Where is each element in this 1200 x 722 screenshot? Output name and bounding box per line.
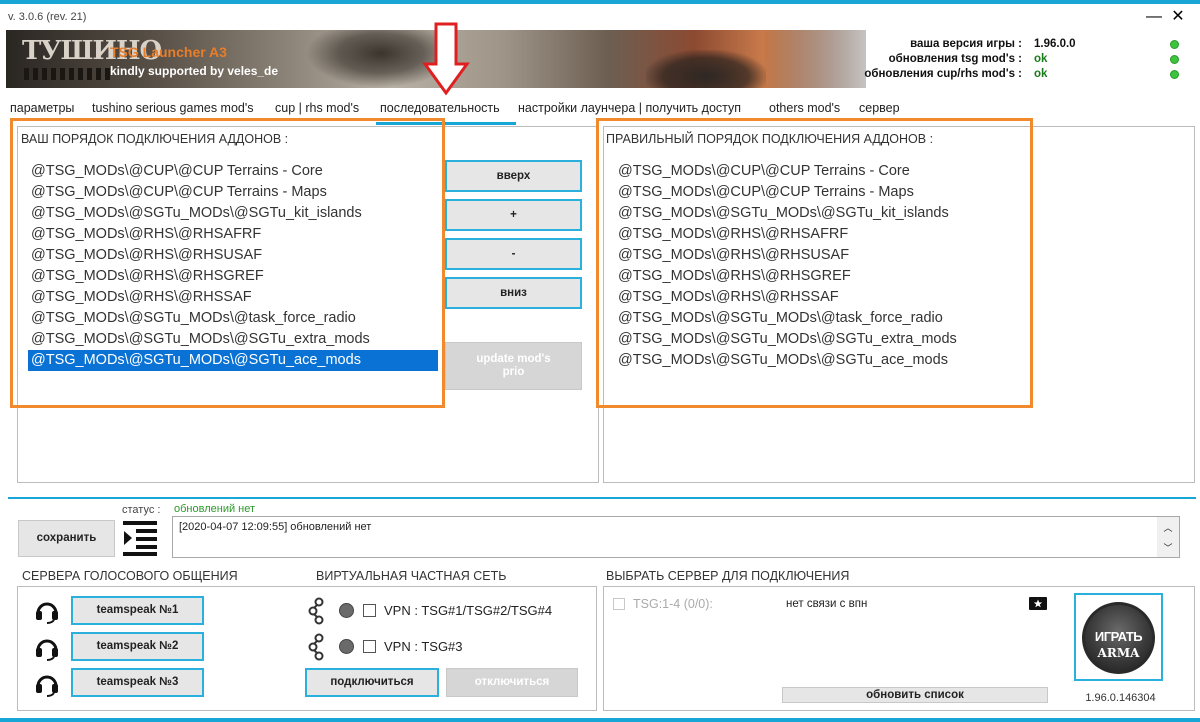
headset-icon [36,639,58,661]
list-item: @TSG_MODs\@SGTu_MODs\@task_force_radio [618,310,943,326]
launcher-title: TSG Launcher A3 [110,44,227,60]
indent-list-icon[interactable] [123,519,159,557]
cup-updates-value: ok [1034,68,1048,80]
tab-tsg-mods[interactable]: tushino serious games mod's [92,101,254,115]
red-arrow-annotation [422,22,470,96]
scroll-down-icon[interactable]: ﹀ [1157,541,1179,555]
build-version: 1.96.0.146304 [1085,692,1156,704]
tsg-updates-value: ok [1034,53,1048,65]
vpn1-checkbox[interactable] [363,604,376,617]
refresh-list-button[interactable]: обновить список [782,687,1048,703]
status-label: статус : [122,504,161,516]
tab-bar: параметры tushino serious games mod's cu… [0,100,1200,120]
tank-silhouette [646,50,766,88]
save-button[interactable]: сохранить [18,520,115,557]
vpn-network-icon [308,633,324,661]
teamspeak-1-button[interactable]: teamspeak №1 [71,596,204,625]
correct-order-title: ПРАВИЛЬНЫЙ ПОРЯДОК ПОДКЛЮЧЕНИЯ АДДОНОВ : [606,132,934,146]
list-item[interactable]: @TSG_MODs\@RHS\@RHSUSAF [28,245,262,266]
correct-order-list: @TSG_MODs\@CUP\@CUP Terrains - Core @TSG… [615,161,1025,376]
remove-button[interactable]: - [445,238,582,270]
tab-launcher-settings[interactable]: настройки лаунчера | получить доступ [518,101,741,115]
tsg-updates-status-dot [1170,55,1179,64]
vpn2-checkbox[interactable] [363,640,376,653]
log-scrollbar[interactable]: ︿ ﹀ [1157,517,1179,557]
cup-updates-status-dot [1170,70,1179,79]
server-row-status: нет связи с впн [786,598,868,610]
server-row-label: TSG:1-4 (0/0): [633,597,713,611]
status-value: обновлений нет [174,503,256,515]
list-item[interactable]: @TSG_MODs\@CUP\@CUP Terrains - Maps [28,182,327,203]
list-item: @TSG_MODs\@RHS\@RHSGREF [618,268,851,284]
list-item: @TSG_MODs\@SGTu_MODs\@SGTu_kit_islands [618,205,949,221]
tsg-updates-label: обновления tsg mod's : [888,53,1022,65]
vpn1-status-indicator [339,603,354,618]
play-button[interactable]: ИГРАТЬ ARMA [1074,593,1163,681]
move-down-button[interactable]: вниз [445,277,582,309]
tab-others-mods[interactable]: others mod's [769,101,840,115]
vpn-disconnect-button: отключиться [446,668,578,697]
list-item[interactable]: @TSG_MODs\@RHS\@RHSSAF [28,287,252,308]
vpn-network-icon [308,597,324,625]
arma-logo-icon: ИГРАТЬ ARMA [1082,602,1155,674]
tab-server[interactable]: сервер [859,101,900,115]
list-item[interactable]: @TSG_MODs\@SGTu_MODs\@SGTu_extra_mods [28,329,370,350]
vpn2-label: VPN : TSG#3 [384,639,463,654]
close-button[interactable]: ✕ [1168,8,1188,28]
voice-servers-title: СЕРВЕРА ГОЛОСОВОГО ОБЩЕНИЯ [22,569,238,583]
bottom-accent-line [0,718,1200,722]
add-button[interactable]: + [445,199,582,231]
list-item[interactable]: @TSG_MODs\@RHS\@RHSGREF [28,266,264,287]
teamspeak-2-button[interactable]: teamspeak №2 [71,632,204,661]
list-item[interactable]: @TSG_MODs\@CUP\@CUP Terrains - Core [28,161,323,182]
list-item: @TSG_MODs\@RHS\@RHSSAF [618,289,839,305]
teamspeak-3-button[interactable]: teamspeak №3 [71,668,204,697]
soldiers-silhouette [24,68,114,80]
game-version-status-dot [1170,40,1179,49]
game-version-label: ваша версия игры : [910,38,1022,50]
list-item-selected[interactable]: @TSG_MODs\@SGTu_MODs\@SGTu_ace_mods [28,350,438,371]
headset-icon [36,602,58,624]
vpn-title: ВИРТУАЛЬНАЯ ЧАСТНАЯ СЕТЬ [316,569,507,583]
your-order-list[interactable]: @TSG_MODs\@CUP\@CUP Terrains - Core @TSG… [28,161,438,376]
your-order-title: ВАШ ПОРЯДОК ПОДКЛЮЧЕНИЯ АДДОНОВ : [21,132,289,146]
list-item: @TSG_MODs\@RHS\@RHSUSAF [618,247,850,263]
launcher-subtitle: kindly supported by veles_de [110,64,279,78]
log-textbox[interactable]: [2020-04-07 12:09:55] обновлений нет [172,516,1180,558]
game-version-value: 1.96.0.0 [1034,38,1076,50]
server-checkbox[interactable] [613,598,625,610]
vpn2-status-indicator [339,639,354,654]
move-up-button[interactable]: вверх [445,160,582,192]
vpn-connect-button[interactable]: подключиться [305,668,439,697]
section-divider [8,497,1196,499]
list-item[interactable]: @TSG_MODs\@SGTu_MODs\@task_force_radio [28,308,356,329]
vpn1-label: VPN : TSG#1/TSG#2/TSG#4 [384,603,553,618]
list-item: @TSG_MODs\@RHS\@RHSAFRF [618,226,849,242]
cup-updates-label: обновления cup/rhs mod's : [864,68,1022,80]
tab-cup-rhs-mods[interactable]: cup | rhs mod's [275,101,359,115]
scroll-up-icon[interactable]: ︿ [1157,521,1179,535]
minimize-button[interactable]: — [1144,8,1164,28]
list-item[interactable]: @TSG_MODs\@SGTu_MODs\@SGTu_kit_islands [28,203,362,224]
tab-parameters[interactable]: параметры [10,101,74,115]
headset-icon [36,675,58,697]
tab-sequence[interactable]: последовательность [380,101,500,115]
ticket-icon[interactable] [1029,597,1047,610]
version-label: v. 3.0.6 (rev. 21) [8,11,87,23]
top-accent-line [0,0,1200,4]
list-item: @TSG_MODs\@SGTu_MODs\@SGTu_ace_mods [618,352,948,368]
list-item: @TSG_MODs\@CUP\@CUP Terrains - Maps [618,184,914,200]
list-item: @TSG_MODs\@CUP\@CUP Terrains - Core [618,163,910,179]
list-item: @TSG_MODs\@SGTu_MODs\@SGTu_extra_mods [618,331,957,347]
log-text: [2020-04-07 12:09:55] обновлений нет [179,521,372,533]
list-item[interactable]: @TSG_MODs\@RHS\@RHSAFRF [28,224,261,245]
update-mods-prio-button: update mod's prio [445,342,582,390]
server-select-title: ВЫБРАТЬ СЕРВЕР ДЛЯ ПОДКЛЮЧЕНИЯ [606,569,850,583]
